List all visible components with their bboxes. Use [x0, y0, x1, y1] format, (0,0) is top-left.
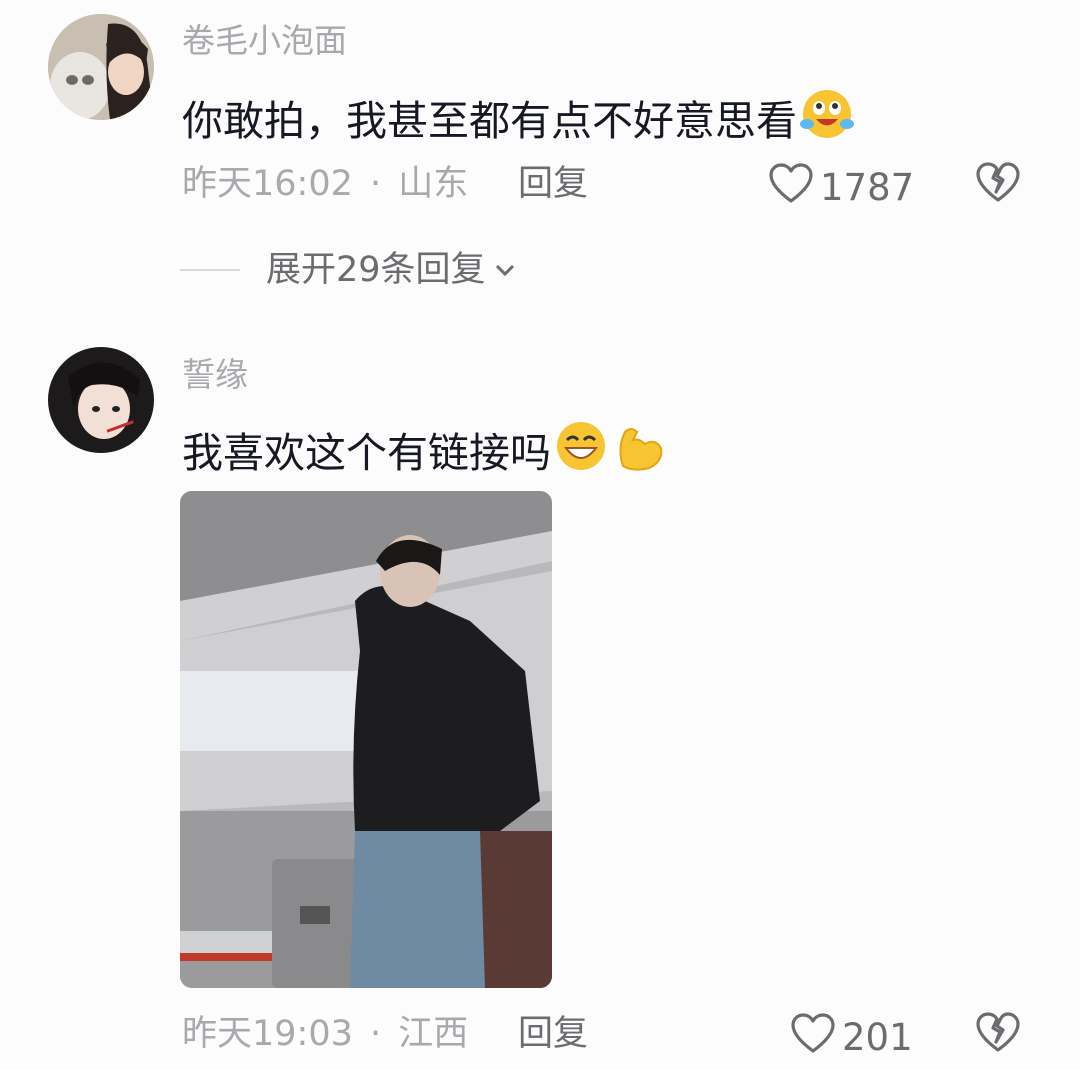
like-count: 201 [842, 1016, 913, 1059]
dislike-button[interactable] [975, 1010, 1021, 1058]
comment-text: 我喜欢这个有链接吗 [182, 418, 667, 487]
chevron-down-icon [494, 262, 516, 278]
avatar-image [48, 14, 154, 120]
comment-text-content: 你敢拍，我甚至都有点不好意思看 [182, 96, 797, 145]
avatar[interactable] [48, 347, 154, 453]
comment-text-content: 我喜欢这个有链接吗 [182, 428, 551, 477]
heart-icon [768, 162, 814, 214]
timestamp: 昨天16:02 [182, 164, 353, 204]
like-count: 1787 [820, 166, 915, 209]
divider-line [180, 269, 240, 271]
like-button[interactable]: 1787 [768, 162, 914, 214]
meta-separator: · [370, 1014, 382, 1054]
comment-text: 你敢拍，我甚至都有点不好意思看 [182, 86, 855, 155]
station-photo [180, 491, 552, 988]
meta-separator: · [370, 164, 382, 204]
broken-heart-icon [975, 162, 1021, 208]
flexed-biceps-icon [611, 418, 667, 487]
broken-heart-icon [975, 1012, 1021, 1058]
location: 山东 [398, 164, 469, 204]
comment-meta: 昨天16:02 · 山东 [182, 162, 468, 206]
expand-replies-label: 展开29条回复 [266, 250, 486, 290]
expand-replies-button[interactable]: 展开29条回复 [180, 248, 516, 292]
dislike-button[interactable] [975, 160, 1021, 208]
heart-icon [790, 1012, 836, 1064]
location: 江西 [398, 1014, 469, 1054]
avatar[interactable] [48, 14, 154, 120]
username[interactable]: 誓缘 [182, 355, 248, 395]
grinning-emoji-icon [553, 418, 609, 487]
timestamp: 昨天19:03 [182, 1014, 353, 1054]
avatar-image [48, 347, 154, 453]
like-button[interactable]: 201 [790, 1012, 913, 1064]
reply-button[interactable]: 回复 [518, 1012, 588, 1056]
reply-button[interactable]: 回复 [518, 162, 588, 206]
username[interactable]: 卷毛小泡面 [182, 21, 347, 61]
comment-photo[interactable] [180, 491, 552, 988]
crying-laughing-emoji-icon [799, 86, 855, 155]
comment-meta: 昨天19:03 · 江西 [182, 1012, 468, 1056]
